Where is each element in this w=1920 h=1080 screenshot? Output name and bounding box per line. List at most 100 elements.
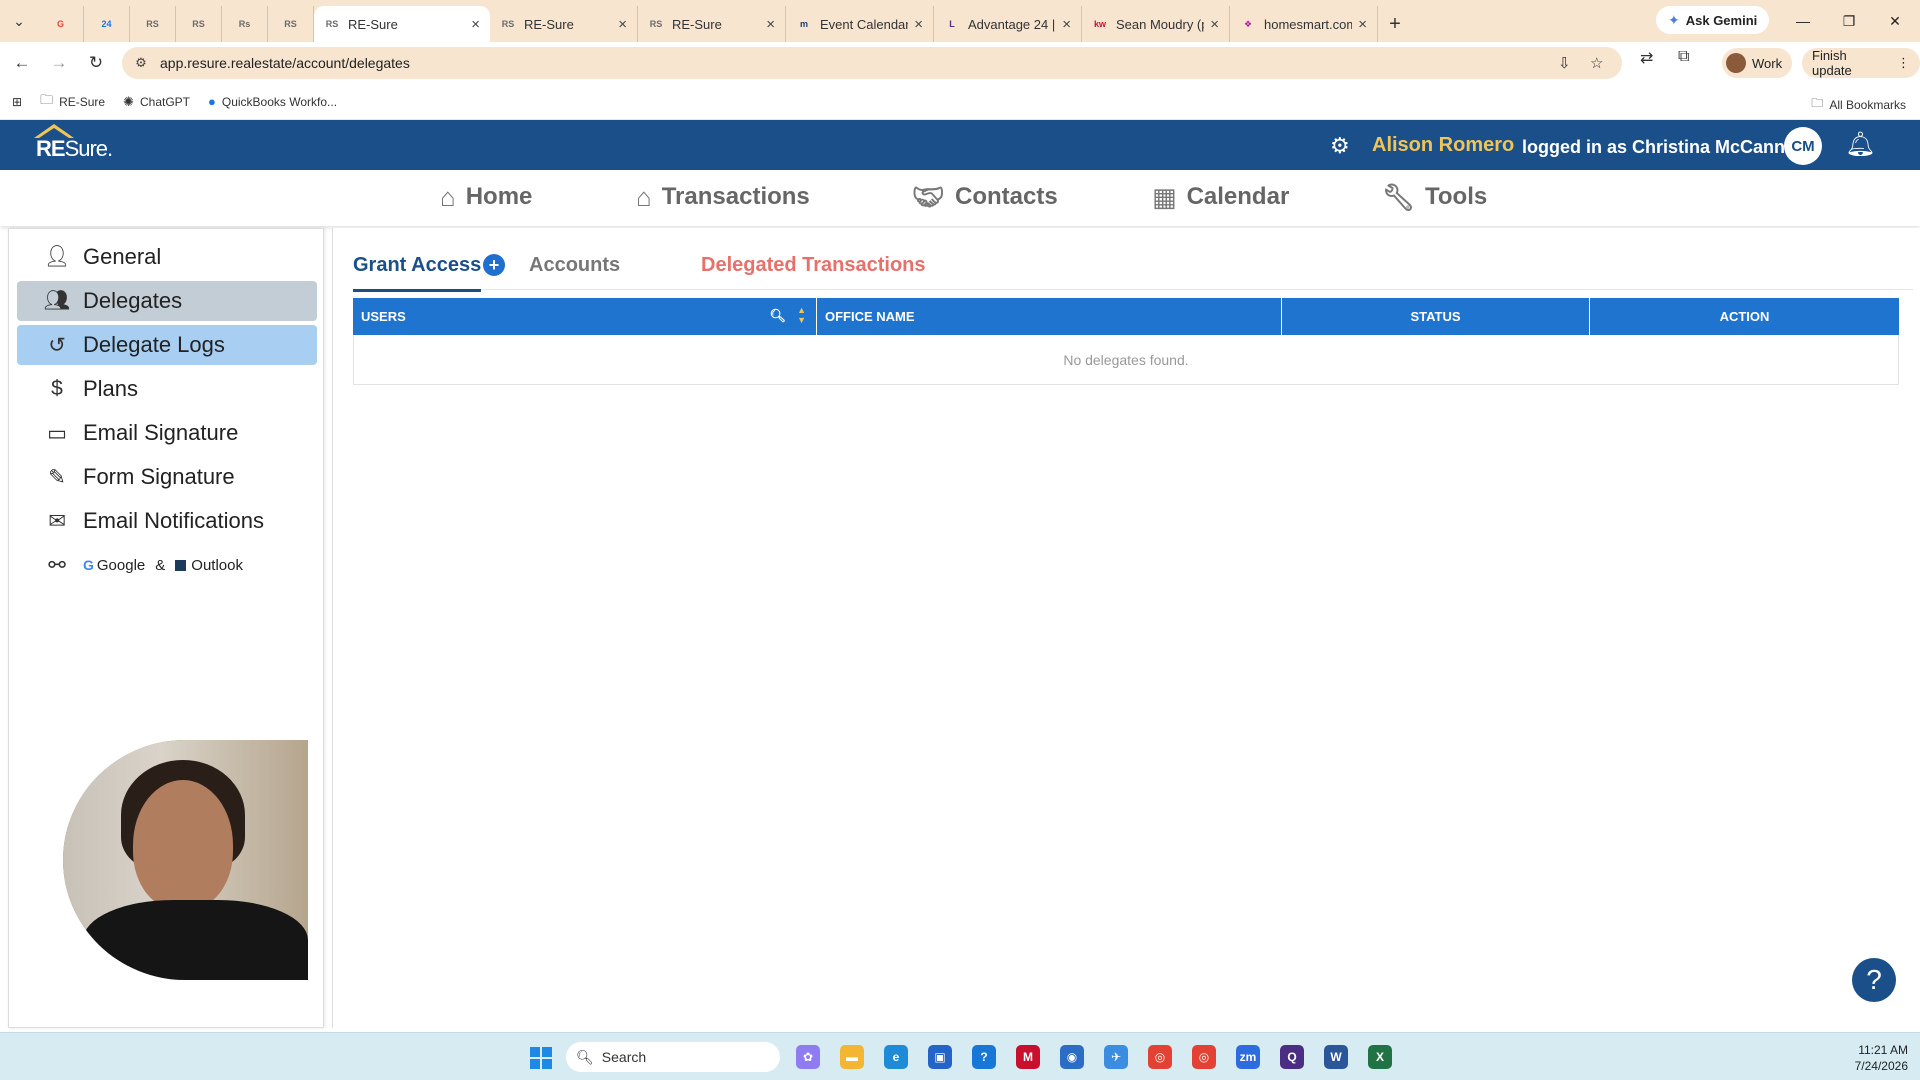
excel-icon[interactable]: X: [1368, 1045, 1392, 1069]
remote-icon[interactable]: ◉: [1060, 1045, 1084, 1069]
tab-accounts[interactable]: Accounts: [529, 254, 620, 277]
browser-tab[interactable]: RS RE-Sure ×: [638, 6, 786, 42]
tab-search-chevron-icon[interactable]: ⌄: [0, 0, 38, 42]
help-question-icon[interactable]: ?: [1852, 958, 1896, 1002]
tab-close-icon[interactable]: ×: [766, 16, 775, 33]
tab-delegated-transactions[interactable]: Delegated Transactions: [701, 254, 926, 277]
browser-tab[interactable]: G: [38, 6, 84, 42]
tab-favicon-icon: Rs: [238, 19, 251, 29]
zoom-icon[interactable]: zm: [1236, 1045, 1260, 1069]
url-text[interactable]: app.resure.realestate/account/delegates: [160, 55, 410, 71]
store-icon[interactable]: ▣: [928, 1045, 952, 1069]
bookmarks-bar: ⊞ 🗀 RE-Sure ✺ ChatGPT ● QuickBooks Workfo..…: [0, 84, 1920, 120]
sidebar-item-email-signature[interactable]: ▭ Email Signature: [17, 413, 317, 453]
new-tab-button[interactable]: +: [1378, 6, 1412, 42]
ask-gemini-button[interactable]: ✦ Ask Gemini: [1656, 6, 1770, 34]
taskbar-search[interactable]: 🔍︎ Search: [566, 1042, 780, 1072]
sidebar-item-delegates[interactable]: 👥︎ Delegates: [17, 281, 317, 321]
all-bookmarks[interactable]: 🗀 All Bookmarks: [1811, 94, 1906, 115]
sync-icon[interactable]: ⇄: [1640, 48, 1653, 68]
extensions-puzzle-icon[interactable]: ⧉: [1678, 48, 1689, 66]
link-icon: ⚯: [48, 553, 66, 577]
taskbar-clock[interactable]: 11:21 AM 7/24/2026: [1838, 1042, 1908, 1074]
browser-tab[interactable]: RS: [130, 6, 176, 42]
nav-tools[interactable]: 🔧︎ Tools: [1382, 180, 1487, 214]
avatar[interactable]: CM: [1784, 127, 1822, 165]
browser-tab[interactable]: m Event Calendar ×: [786, 6, 934, 42]
browser-tab[interactable]: L Advantage 24 | Logo ×: [934, 6, 1082, 42]
preview-app-icon[interactable]: ✈: [1104, 1045, 1128, 1069]
wrench-icon: 🔧︎: [1382, 181, 1416, 212]
tab-grant-access[interactable]: Grant Access: [353, 254, 482, 292]
browser-tab[interactable]: 24: [84, 6, 130, 42]
nav-calendar[interactable]: ▦ Calendar: [1152, 180, 1289, 214]
search-icon[interactable]: 🔍︎: [769, 308, 786, 324]
bookmark-chatgpt[interactable]: ✺ ChatGPT: [123, 94, 190, 110]
windows-start-icon[interactable]: [530, 1047, 552, 1069]
sidebar-item-general[interactable]: 👤︎ General: [17, 237, 317, 277]
tab-close-icon[interactable]: ×: [1062, 16, 1071, 33]
chrome-icon[interactable]: ◎: [1148, 1045, 1172, 1069]
sort-arrows-icon[interactable]: ▲ ▼: [797, 305, 806, 325]
nav-contacts[interactable]: 🤝︎ Contacts: [912, 180, 1058, 214]
finish-update-button[interactable]: Finish update ⋮: [1802, 48, 1920, 78]
edge-icon[interactable]: e: [884, 1045, 908, 1069]
nav-home[interactable]: ⌂ Home: [440, 180, 532, 214]
omnibox[interactable]: ⚙ app.resure.realestate/account/delegate…: [122, 47, 1622, 79]
minimize-window-icon[interactable]: —: [1780, 0, 1826, 42]
bookmark-star-icon[interactable]: ☆: [1590, 54, 1603, 72]
forward-arrow-icon[interactable]: →: [44, 48, 74, 78]
settings-gear-icon[interactable]: ⚙: [1330, 133, 1350, 159]
reload-icon[interactable]: ↻: [81, 48, 111, 78]
browser-tab[interactable]: RS RE-Sure ×: [314, 6, 490, 42]
browser-tab[interactable]: Rs: [222, 6, 268, 42]
clock-time: 11:21 AM: [1858, 1043, 1908, 1057]
bookmark-resure[interactable]: 🗀 RE-Sure: [40, 91, 105, 113]
site-info-icon[interactable]: ⚙: [128, 55, 154, 71]
back-arrow-icon[interactable]: ←: [7, 48, 37, 78]
tab-favicon-icon: 24: [101, 19, 112, 29]
column-office-name[interactable]: OFFICE NAME: [817, 298, 1282, 335]
sidebar-item-integrations[interactable]: ⚯ G Google & Outlook: [17, 545, 317, 585]
apps-grid-icon[interactable]: ⊞: [12, 95, 22, 109]
file-explorer-icon[interactable]: ▬: [840, 1045, 864, 1069]
bookmark-quickbooks[interactable]: ● QuickBooks Workfo...: [208, 94, 337, 109]
tab-close-icon[interactable]: ×: [1210, 16, 1219, 33]
mcafee-icon[interactable]: M: [1016, 1045, 1040, 1069]
word-icon[interactable]: W: [1324, 1045, 1348, 1069]
finish-update-label: Finish update: [1812, 48, 1852, 78]
tab-close-icon[interactable]: ×: [618, 16, 627, 33]
chrome-work-icon[interactable]: ◎: [1192, 1045, 1216, 1069]
webcam-overlay: [63, 740, 308, 980]
sidebar-item-delegate-logs[interactable]: ↺ Delegate Logs: [17, 325, 317, 365]
browser-tab[interactable]: RS RE-Sure ×: [490, 6, 638, 42]
browser-tab[interactable]: kw Sean Moudry (perso ×: [1082, 6, 1230, 42]
app-header: RESure. ⚙ Alison Romero logged in as Chr…: [0, 120, 1920, 170]
add-delegate-plus-icon[interactable]: +: [483, 254, 505, 276]
sidebar-item-email-notifications[interactable]: ✉ Email Notifications: [17, 501, 317, 541]
resure-logo[interactable]: RESure.: [32, 122, 132, 168]
restore-window-icon[interactable]: ❐: [1826, 0, 1872, 42]
column-status[interactable]: STATUS: [1282, 298, 1590, 335]
tab-close-icon[interactable]: ×: [1358, 16, 1367, 33]
content-panel: Grant Access + Accounts Delegated Transa…: [332, 228, 1920, 1028]
column-action[interactable]: ACTION: [1590, 298, 1899, 335]
help-app-icon[interactable]: ?: [972, 1045, 996, 1069]
tab-close-icon[interactable]: ×: [471, 16, 480, 33]
browser-tab[interactable]: RS: [176, 6, 222, 42]
tab-favicon-icon: L: [949, 19, 955, 29]
install-app-icon[interactable]: ⇩: [1558, 54, 1571, 72]
notification-bell-icon[interactable]: 🔔︎: [1845, 130, 1875, 159]
browser-tab[interactable]: ❖ homesmart.com/rea ×: [1230, 6, 1378, 42]
close-window-icon[interactable]: ✕: [1872, 0, 1918, 42]
browser-tab[interactable]: RS: [268, 6, 314, 42]
nav-transactions[interactable]: ⌂ Transactions: [636, 180, 810, 214]
envelope-icon: ✉: [48, 509, 66, 533]
profile-button[interactable]: Work: [1722, 48, 1793, 78]
sidebar-item-plans[interactable]: $ Plans: [17, 369, 317, 409]
column-users[interactable]: USERS 🔍︎ ▲ ▼: [353, 298, 817, 335]
sidebar-item-form-signature[interactable]: ✎ Form Signature: [17, 457, 317, 497]
tab-close-icon[interactable]: ×: [914, 16, 923, 33]
copilot-icon[interactable]: ✿: [796, 1045, 820, 1069]
onenote-icon[interactable]: Q: [1280, 1045, 1304, 1069]
